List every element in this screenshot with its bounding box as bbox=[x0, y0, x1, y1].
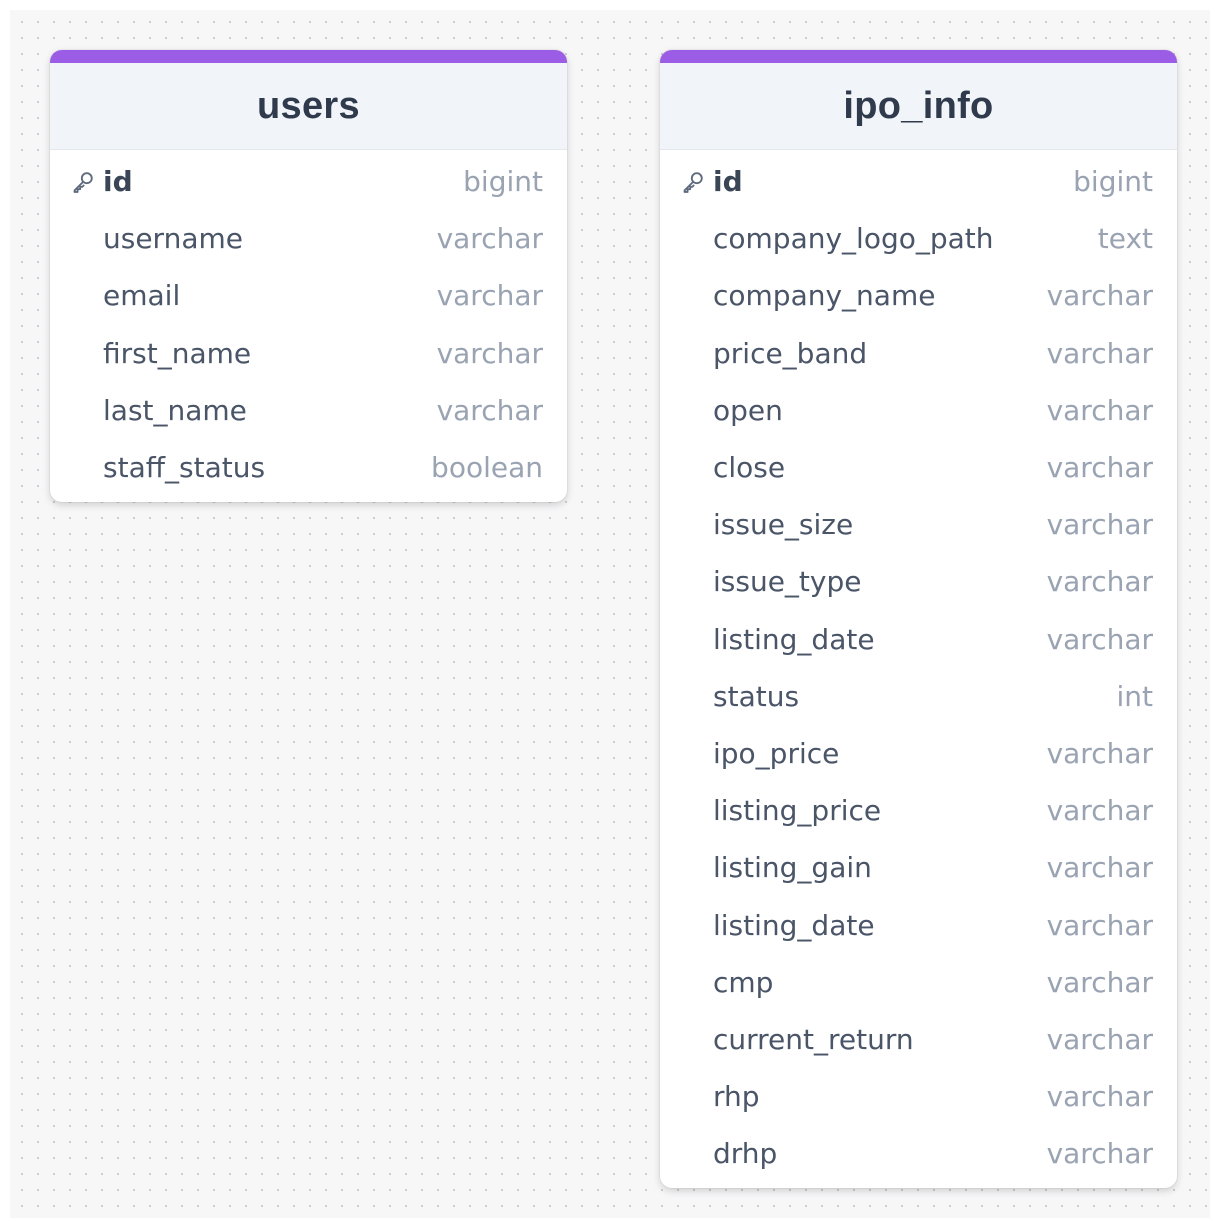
table-title: users bbox=[257, 84, 360, 127]
column-type: bigint bbox=[463, 165, 543, 199]
column-type: int bbox=[1116, 679, 1153, 713]
column-name: rhp bbox=[713, 1080, 760, 1114]
column-row-drhp[interactable]: drhp varchar bbox=[660, 1125, 1177, 1182]
column-name: close bbox=[713, 451, 786, 485]
column-type: varchar bbox=[1046, 279, 1153, 313]
column-name: id bbox=[713, 165, 743, 199]
column-row-rhp[interactable]: rhp varchar bbox=[660, 1068, 1177, 1125]
table-header[interactable]: ipo_info bbox=[660, 63, 1177, 150]
column-type: bigint bbox=[1073, 165, 1153, 199]
column-type: varchar bbox=[1046, 1080, 1153, 1114]
column-row-price-band[interactable]: price_band varchar bbox=[660, 325, 1177, 382]
column-row-first-name[interactable]: first_name varchar bbox=[50, 325, 567, 382]
column-row-company-name[interactable]: company_name varchar bbox=[660, 267, 1177, 324]
table-header[interactable]: users bbox=[50, 63, 567, 150]
column-name: company_name bbox=[713, 279, 936, 313]
column-name: listing_gain bbox=[713, 851, 872, 885]
column-row-id[interactable]: id bigint bbox=[660, 153, 1177, 210]
column-row-issue-size[interactable]: issue_size varchar bbox=[660, 496, 1177, 553]
column-type: varchar bbox=[1046, 1137, 1153, 1171]
column-row-listing-date[interactable]: listing_date varchar bbox=[660, 896, 1177, 953]
column-row-ipo-price[interactable]: ipo_price varchar bbox=[660, 725, 1177, 782]
column-row-listing-date[interactable]: listing_date varchar bbox=[660, 611, 1177, 668]
column-type: varchar bbox=[1046, 1022, 1153, 1056]
column-name: listing_date bbox=[713, 908, 875, 942]
column-name: drhp bbox=[713, 1137, 778, 1171]
column-name: username bbox=[103, 222, 243, 256]
column-name: issue_size bbox=[713, 508, 854, 542]
key-icon bbox=[680, 169, 706, 195]
column-name: issue_type bbox=[713, 565, 862, 599]
column-name: email bbox=[103, 279, 181, 313]
column-type: text bbox=[1097, 222, 1153, 256]
column-type: varchar bbox=[436, 393, 543, 427]
column-row-last-name[interactable]: last_name varchar bbox=[50, 382, 567, 439]
column-name: first_name bbox=[103, 336, 252, 370]
column-type: varchar bbox=[1046, 336, 1153, 370]
column-type: varchar bbox=[1046, 622, 1153, 656]
key-icon bbox=[70, 169, 96, 195]
column-type: varchar bbox=[1046, 908, 1153, 942]
column-row-email[interactable]: email varchar bbox=[50, 267, 567, 324]
column-name: listing_price bbox=[713, 794, 882, 828]
column-name: open bbox=[713, 393, 783, 427]
column-row-listing-gain[interactable]: listing_gain varchar bbox=[660, 839, 1177, 896]
column-type: varchar bbox=[1046, 851, 1153, 885]
column-name: id bbox=[103, 165, 133, 199]
column-type: varchar bbox=[1046, 451, 1153, 485]
column-name: last_name bbox=[103, 393, 247, 427]
column-type: varchar bbox=[1046, 508, 1153, 542]
column-type: varchar bbox=[436, 336, 543, 370]
column-type: boolean bbox=[431, 451, 543, 485]
column-row-listing-price[interactable]: listing_price varchar bbox=[660, 782, 1177, 839]
column-list: id bigint username varchar email varchar first… bbox=[50, 150, 567, 502]
column-name: staff_status bbox=[103, 451, 266, 485]
column-row-id[interactable]: id bigint bbox=[50, 153, 567, 210]
column-name: status bbox=[713, 679, 800, 713]
column-name: company_logo_path bbox=[713, 222, 994, 256]
column-list: id bigint company_logo_path text company_nam… bbox=[660, 150, 1177, 1188]
column-type: varchar bbox=[436, 279, 543, 313]
column-type: varchar bbox=[436, 222, 543, 256]
table-users[interactable]: users id bigint username varchar email varcha… bbox=[50, 50, 567, 503]
column-row-company-logo-path[interactable]: company_logo_path text bbox=[660, 210, 1177, 267]
column-type: varchar bbox=[1046, 565, 1153, 599]
diagram-canvas[interactable]: users id bigint username varchar email varcha… bbox=[10, 10, 1210, 1218]
column-name: current_return bbox=[713, 1022, 914, 1056]
column-row-current-return[interactable]: current_return varchar bbox=[660, 1011, 1177, 1068]
column-type: varchar bbox=[1046, 736, 1153, 770]
column-row-username[interactable]: username varchar bbox=[50, 210, 567, 267]
column-name: cmp bbox=[713, 965, 774, 999]
column-row-cmp[interactable]: cmp varchar bbox=[660, 954, 1177, 1011]
column-row-open[interactable]: open varchar bbox=[660, 382, 1177, 439]
column-type: varchar bbox=[1046, 965, 1153, 999]
column-row-status[interactable]: status int bbox=[660, 668, 1177, 725]
column-type: varchar bbox=[1046, 794, 1153, 828]
table-ipo-info[interactable]: ipo_info id bigint company_logo_path text co… bbox=[660, 50, 1177, 1189]
column-row-staff-status[interactable]: staff_status boolean bbox=[50, 439, 567, 496]
column-name: listing_date bbox=[713, 622, 875, 656]
column-name: ipo_price bbox=[713, 736, 840, 770]
column-row-issue-type[interactable]: issue_type varchar bbox=[660, 553, 1177, 610]
table-title: ipo_info bbox=[843, 84, 994, 127]
column-row-close[interactable]: close varchar bbox=[660, 439, 1177, 496]
column-type: varchar bbox=[1046, 393, 1153, 427]
column-name: price_band bbox=[713, 336, 868, 370]
